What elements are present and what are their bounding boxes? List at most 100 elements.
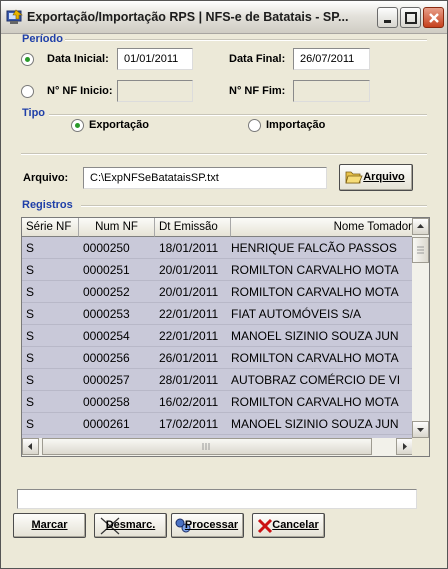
scroll-up-button[interactable] (412, 218, 429, 235)
data-final-label: Data Final: (229, 53, 286, 65)
arquivo-button[interactable]: Arquivo (339, 164, 413, 191)
col-header-num[interactable]: Num NF (79, 218, 155, 237)
radio-nf[interactable] (21, 85, 34, 98)
table-cell: FIAT AUTOMÓVEIS S/A (231, 307, 362, 321)
scroll-corner (412, 438, 429, 456)
minimize-icon (384, 20, 391, 23)
table-cell: ROMILTON CARVALHO MOTA (231, 285, 399, 299)
minimize-button[interactable] (377, 7, 398, 28)
col-header-dt[interactable]: Dt Emissão (155, 218, 231, 237)
desmarcar-button[interactable]: Desmarc. (94, 513, 167, 538)
data-inicial-label: Data Inicial: (47, 53, 109, 65)
table-cell: 0000250 (83, 241, 130, 255)
table-cell: 0000257 (83, 373, 130, 387)
status-field (17, 489, 417, 509)
arquivo-button-label: Arquivo (363, 171, 405, 183)
cancelar-label: Cancelar (272, 519, 319, 531)
grip-icon (417, 246, 424, 254)
radio-data[interactable] (21, 53, 34, 66)
nf-inicio-field[interactable] (117, 80, 193, 102)
marcar-button[interactable]: Marcar (13, 513, 86, 538)
table-cell: MANOEL SIZINIO SOUZA JUN (231, 417, 399, 431)
table-cell: 22/01/2011 (159, 329, 219, 343)
scroll-right-button[interactable] (396, 438, 413, 455)
radio-importacao[interactable] (248, 119, 261, 132)
table-cell: ROMILTON CARVALHO MOTA (231, 395, 399, 409)
table-cell: 16/02/2011 (159, 395, 219, 409)
table-cell: 26/01/2011 (159, 351, 219, 365)
close-icon (429, 13, 439, 23)
table-cell: 18/01/2011 (159, 241, 219, 255)
app-icon (6, 8, 24, 26)
importacao-label[interactable]: Importação (266, 119, 325, 131)
close-button[interactable] (423, 7, 444, 28)
table-cell: S (26, 307, 35, 321)
table-cell: 17/02/2011 (159, 417, 219, 431)
table-cell: S (26, 417, 35, 431)
table-cell: 28/01/2011 (159, 373, 219, 387)
title-bar[interactable]: Exportação/Importação RPS | NFS-e de Bat… (1, 1, 447, 34)
table-cell: 0000251 (83, 263, 130, 277)
table-cell: ROMILTON CARVALHO MOTA (231, 351, 399, 365)
table-cell: HENRIQUE FALCÃO PASSOS (231, 241, 397, 255)
table-cell: S (26, 263, 35, 277)
arrow-down-icon (417, 428, 424, 432)
table-cell: 0000252 (83, 285, 130, 299)
table-cell: 22/01/2011 (159, 307, 219, 321)
marcar-label: Marcar (31, 519, 68, 531)
window-title: Exportação/Importação RPS | NFS-e de Bat… (27, 10, 349, 24)
arquivo-path-field[interactable]: C:\ExpNFSeBatataisSP.txt (83, 167, 327, 189)
col-header-nome[interactable]: Nome Tomador (231, 218, 413, 237)
table-cell: 20/01/2011 (159, 285, 219, 299)
table-row[interactable]: S 0000257 28/01/2011 AUTOBRAZ COMÉRCIO DE V… (22, 369, 413, 391)
arrow-left-icon (28, 443, 32, 450)
data-final-field[interactable]: 26/07/2011 (293, 48, 370, 70)
table-cell: 0000253 (83, 307, 130, 321)
table-row[interactable]: S 0000253 22/01/2011 FIAT AUTOMÓVEIS S/A (22, 303, 413, 325)
processar-button[interactable]: Processar (171, 513, 244, 538)
horizontal-scrollbar[interactable] (22, 438, 413, 456)
maximize-button[interactable] (400, 7, 421, 28)
table-row[interactable]: S 0000252 20/01/2011 ROMILTON CARVALHO MOTA (22, 281, 413, 303)
tipo-group-title: Tipo (22, 107, 46, 119)
table-cell: S (26, 395, 35, 409)
scroll-down-button[interactable] (412, 421, 429, 438)
maximize-icon (405, 12, 417, 24)
arquivo-label: Arquivo: (23, 172, 69, 184)
table-cell: S (26, 329, 35, 343)
grip-icon (202, 443, 210, 450)
table-cell: 0000261 (83, 417, 130, 431)
cancelar-button[interactable]: Cancelar (252, 513, 325, 538)
processar-label: Processar (184, 519, 239, 531)
nf-fim-label: N° NF Fim: (229, 85, 286, 97)
grid-header: Série NF Num NF Dt Emissão Nome Tomador (22, 218, 413, 237)
table-row[interactable]: S 0000250 18/01/2011 HENRIQUE FALCÃO PASSOS (22, 237, 413, 259)
registros-group-title: Registros (22, 199, 73, 211)
table-cell: AUTOBRAZ COMÉRCIO DE VI (231, 373, 401, 387)
registros-divider (81, 205, 427, 207)
scroll-thumb[interactable] (412, 237, 429, 263)
table-cell: S (26, 241, 35, 255)
table-row[interactable]: S 0000258 16/02/2011 ROMILTON CARVALHO MOTA (22, 391, 413, 413)
table-cell: ROMILTON CARVALHO MOTA (231, 263, 399, 277)
nf-fim-field[interactable] (293, 80, 370, 102)
table-cell: S (26, 373, 35, 387)
registros-grid[interactable]: Série NF Num NF Dt Emissão Nome Tomador … (21, 217, 430, 457)
col-header-serie[interactable]: Série NF (22, 218, 79, 237)
exportacao-label[interactable]: Exportação (89, 119, 149, 131)
tipo-divider (49, 114, 427, 116)
radio-exportacao[interactable] (71, 119, 84, 132)
table-cell: S (26, 285, 35, 299)
data-inicial-field[interactable]: 01/01/2011 (117, 48, 193, 70)
scroll-left-button[interactable] (22, 438, 39, 455)
vertical-scrollbar[interactable] (412, 218, 429, 438)
arrow-right-icon (403, 443, 407, 450)
hscroll-thumb[interactable] (42, 438, 372, 455)
desmarcar-label: Desmarc. (105, 519, 156, 531)
table-cell: 0000258 (83, 395, 130, 409)
table-row[interactable]: S 0000251 20/01/2011 ROMILTON CARVALHO MOTA (22, 259, 413, 281)
arrow-up-icon (417, 224, 424, 228)
table-row[interactable]: S 0000254 22/01/2011 MANOEL SIZINIO SOUZA J… (22, 325, 413, 347)
table-row[interactable]: S 0000256 26/01/2011 ROMILTON CARVALHO MOTA (22, 347, 413, 369)
table-row[interactable]: S 0000261 17/02/2011 MANOEL SIZINIO SOUZA J… (22, 413, 413, 435)
